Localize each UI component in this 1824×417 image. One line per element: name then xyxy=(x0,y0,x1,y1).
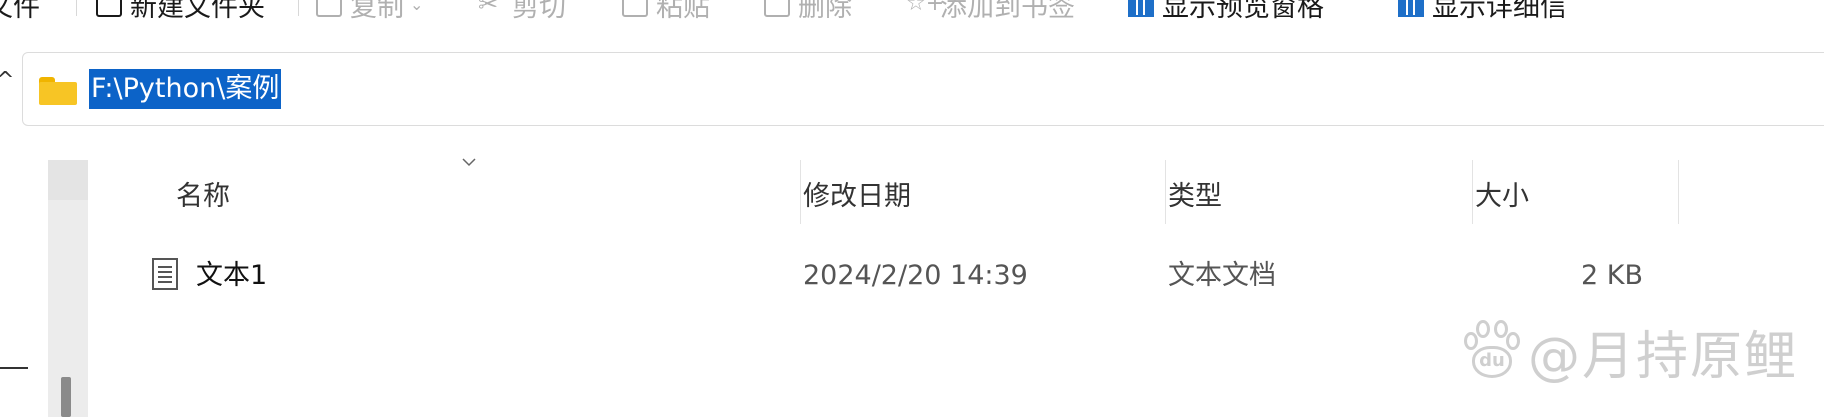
toolbar-new-item-button[interactable]: 文件 xyxy=(0,0,40,23)
preview-pane-icon xyxy=(1128,0,1154,17)
file-name[interactable]: 文本1 xyxy=(196,260,267,292)
toolbar-details-pane-button[interactable]: 显示详细信 xyxy=(1398,0,1567,23)
toolbar-copy-label: 复制 xyxy=(350,0,404,23)
toolbar-paste-button[interactable]: 粘贴 xyxy=(622,0,710,23)
watermark: du @月持原鲤 xyxy=(1462,318,1798,387)
column-header-name[interactable]: 名称 xyxy=(176,174,230,213)
paw-logo-icon: du xyxy=(1462,318,1522,384)
toolbar-cut-label: 剪切 xyxy=(512,0,566,23)
toolbar-delete-label: 删除 xyxy=(798,0,852,23)
watermark-text: @月持原鲤 xyxy=(1528,326,1799,387)
toolbar-paste-label: 粘贴 xyxy=(656,0,710,23)
address-path-text[interactable]: F:\Python\案例 xyxy=(89,69,282,109)
address-bar[interactable]: F:\Python\案例 xyxy=(22,52,1824,126)
toolbar-bookmark-button[interactable]: ☆+ 添加到书签 xyxy=(906,0,1075,23)
navigation-pane-scroll-top xyxy=(48,160,88,200)
copy-icon xyxy=(316,0,342,17)
toolbar-separator xyxy=(76,0,77,16)
folder-icon xyxy=(39,77,77,105)
column-divider[interactable] xyxy=(1678,160,1679,224)
watermark-badge: du xyxy=(1472,346,1512,378)
column-header-modified[interactable]: 修改日期 xyxy=(803,174,911,213)
toolbar-new-folder-button[interactable]: 新建文件夹 xyxy=(96,0,265,23)
navigation-pane-divider xyxy=(0,367,28,369)
toolbar-separator xyxy=(298,0,299,16)
toolbar-bookmark-label: 添加到书签 xyxy=(940,0,1075,23)
toolbar-cut-button[interactable]: ✂ 剪切 xyxy=(478,0,566,23)
toolbar-new-folder-label: 新建文件夹 xyxy=(130,0,265,23)
file-modified: 2024/2/20 14:39 xyxy=(803,260,1028,291)
chevron-down-icon: ⌄ xyxy=(410,0,424,14)
new-folder-icon xyxy=(96,0,122,17)
text-file-icon xyxy=(152,258,178,290)
column-divider[interactable] xyxy=(1165,160,1166,224)
column-header-size[interactable]: 大小 xyxy=(1475,174,1529,213)
toolbar-preview-pane-button[interactable]: 显示预览窗格 xyxy=(1128,0,1324,23)
up-arrow-icon[interactable]: ^ xyxy=(0,68,14,93)
toolbar-preview-pane-label: 显示预览窗格 xyxy=(1162,0,1324,23)
column-divider[interactable] xyxy=(1472,160,1473,224)
column-divider[interactable] xyxy=(800,160,801,224)
file-size: 2 KB xyxy=(1581,260,1643,291)
toolbar-details-pane-label: 显示详细信 xyxy=(1432,0,1567,23)
cut-icon: ✂ xyxy=(478,0,499,18)
toolbar-delete-button[interactable]: 删除 xyxy=(764,0,852,23)
file-type: 文本文档 xyxy=(1168,260,1276,291)
toolbar-new-item-label: 文件 xyxy=(0,0,40,23)
sort-chevron-icon xyxy=(462,158,476,167)
column-header-type[interactable]: 类型 xyxy=(1168,174,1222,213)
command-bar: 文件 新建文件夹 复制 ⌄ ✂ 剪切 粘贴 删除 ☆+ 添加到书签 显示预览窗格… xyxy=(0,0,1824,23)
bookmark-add-icon: ☆+ xyxy=(906,0,945,16)
toolbar-copy-button[interactable]: 复制 ⌄ xyxy=(316,0,424,23)
details-pane-icon xyxy=(1398,0,1424,17)
navigation-pane-scroll-thumb[interactable] xyxy=(61,377,71,417)
paste-icon xyxy=(622,0,648,17)
delete-icon xyxy=(764,0,790,17)
